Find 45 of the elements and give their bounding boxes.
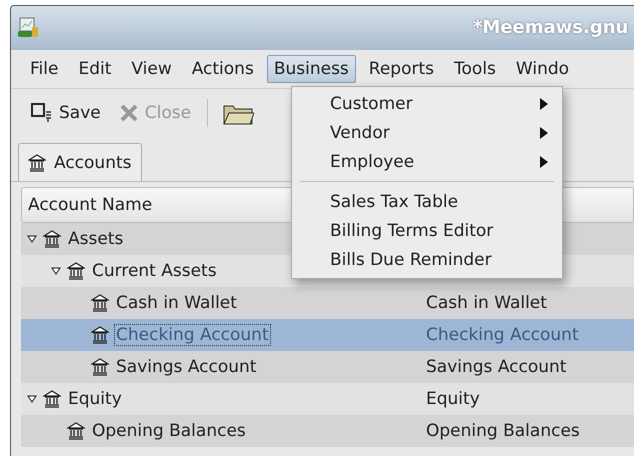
menu-item[interactable]: Actions [184, 55, 261, 83]
expanded-triangle-icon[interactable] [51, 267, 61, 275]
bank-icon [67, 422, 85, 440]
menu-item[interactable]: Business [266, 55, 356, 83]
menu-option[interactable]: Vendor [292, 118, 562, 147]
expanded-triangle-icon[interactable] [27, 235, 37, 243]
menu-item[interactable]: Tools [447, 55, 503, 83]
account-name[interactable]: Savings Account [115, 357, 258, 377]
submenu-arrow-icon [540, 98, 548, 110]
app-logo-icon [17, 17, 39, 39]
account-description: Opening Balances [425, 421, 581, 441]
bank-icon [43, 230, 61, 248]
account-description: Savings Account [425, 357, 568, 377]
bank-icon [91, 294, 109, 312]
menu-option[interactable]: Sales Tax Table [292, 187, 562, 216]
menu-item[interactable]: Windo [508, 55, 576, 83]
close-icon [118, 103, 139, 123]
window-title: *Meemaws.gnu [473, 17, 628, 38]
account-name[interactable]: Equity [67, 389, 123, 409]
menu-item[interactable]: Reports [362, 55, 442, 83]
submenu-arrow-icon [540, 156, 548, 168]
bank-icon [28, 154, 46, 172]
bank-icon [43, 390, 61, 408]
toolbar-button[interactable]: Save [29, 98, 103, 128]
bank-icon [91, 326, 109, 344]
menu-option[interactable]: Employee [292, 147, 562, 176]
account-name[interactable]: Opening Balances [91, 421, 247, 441]
account-description: Checking Account [425, 325, 580, 345]
account-description: Cash in Wallet [425, 293, 548, 313]
menu-item[interactable]: File [23, 55, 66, 83]
menu-item[interactable]: Edit [71, 55, 118, 83]
account-description: Equity [425, 389, 481, 409]
account-name[interactable]: Assets [67, 229, 124, 249]
menu-item[interactable]: View [124, 55, 179, 83]
tab[interactable]: Accounts [18, 143, 142, 181]
account-name[interactable]: Cash in Wallet [115, 293, 238, 313]
expanded-triangle-icon[interactable] [27, 395, 37, 403]
submenu-arrow-icon [540, 126, 548, 138]
bank-icon [91, 358, 109, 376]
menu-option[interactable]: Billing Terms Editor [292, 216, 562, 245]
account-name[interactable]: Current Assets [91, 261, 218, 281]
menu-option[interactable]: Bills Due Reminder [292, 245, 562, 274]
save-icon [31, 102, 53, 124]
menu-option[interactable]: Customer [292, 89, 562, 118]
bank-icon [67, 262, 85, 280]
